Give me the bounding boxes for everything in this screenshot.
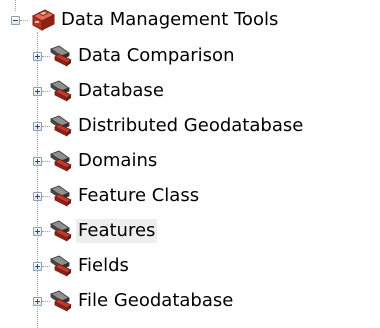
tree-line-children <box>37 32 38 328</box>
expand-toggle-features[interactable] <box>33 227 42 236</box>
expand-toggle-domains[interactable] <box>33 157 42 166</box>
toolset-hammer-icon <box>49 150 73 172</box>
toolset-hammer-icon <box>49 115 73 137</box>
toolset-label-data-comparison[interactable]: Data Comparison <box>76 44 236 68</box>
expand-toggle-database[interactable] <box>33 87 42 96</box>
toolset-label-features[interactable]: Features <box>76 219 158 243</box>
expand-toggle-feature-class[interactable] <box>33 192 42 201</box>
tree-line-root-branch <box>20 20 28 21</box>
toolset-label-distributed-geodatabase[interactable]: Distributed Geodatabase <box>76 114 305 138</box>
expand-toggle-data-comparison[interactable] <box>33 52 42 61</box>
toolset-label-file-geodatabase[interactable]: File Geodatabase <box>76 289 235 313</box>
red-toolbox-icon <box>30 8 56 32</box>
tree-line-root <box>15 0 16 11</box>
toolset-hammer-icon <box>49 185 73 207</box>
toolset-hammer-icon <box>49 290 73 312</box>
expand-toggle-file-geodatabase[interactable] <box>33 297 42 306</box>
toolset-label-feature-class[interactable]: Feature Class <box>76 184 201 208</box>
toolset-label-fields[interactable]: Fields <box>76 254 131 278</box>
toolset-label-database[interactable]: Database <box>76 79 166 103</box>
toolset-hammer-icon <box>49 255 73 277</box>
toolset-hammer-icon <box>49 220 73 242</box>
root-node-label[interactable]: Data Management Tools <box>59 8 280 32</box>
collapse-toggle-root[interactable] <box>11 16 20 25</box>
toolset-label-domains[interactable]: Domains <box>76 149 159 173</box>
toolset-hammer-icon <box>49 80 73 102</box>
expand-toggle-fields[interactable] <box>33 262 42 271</box>
toolbox-tree: Data Management Tools Data Comparison Dat… <box>0 0 380 328</box>
toolset-hammer-icon <box>49 45 73 67</box>
expand-toggle-distributed-geodatabase[interactable] <box>33 122 42 131</box>
